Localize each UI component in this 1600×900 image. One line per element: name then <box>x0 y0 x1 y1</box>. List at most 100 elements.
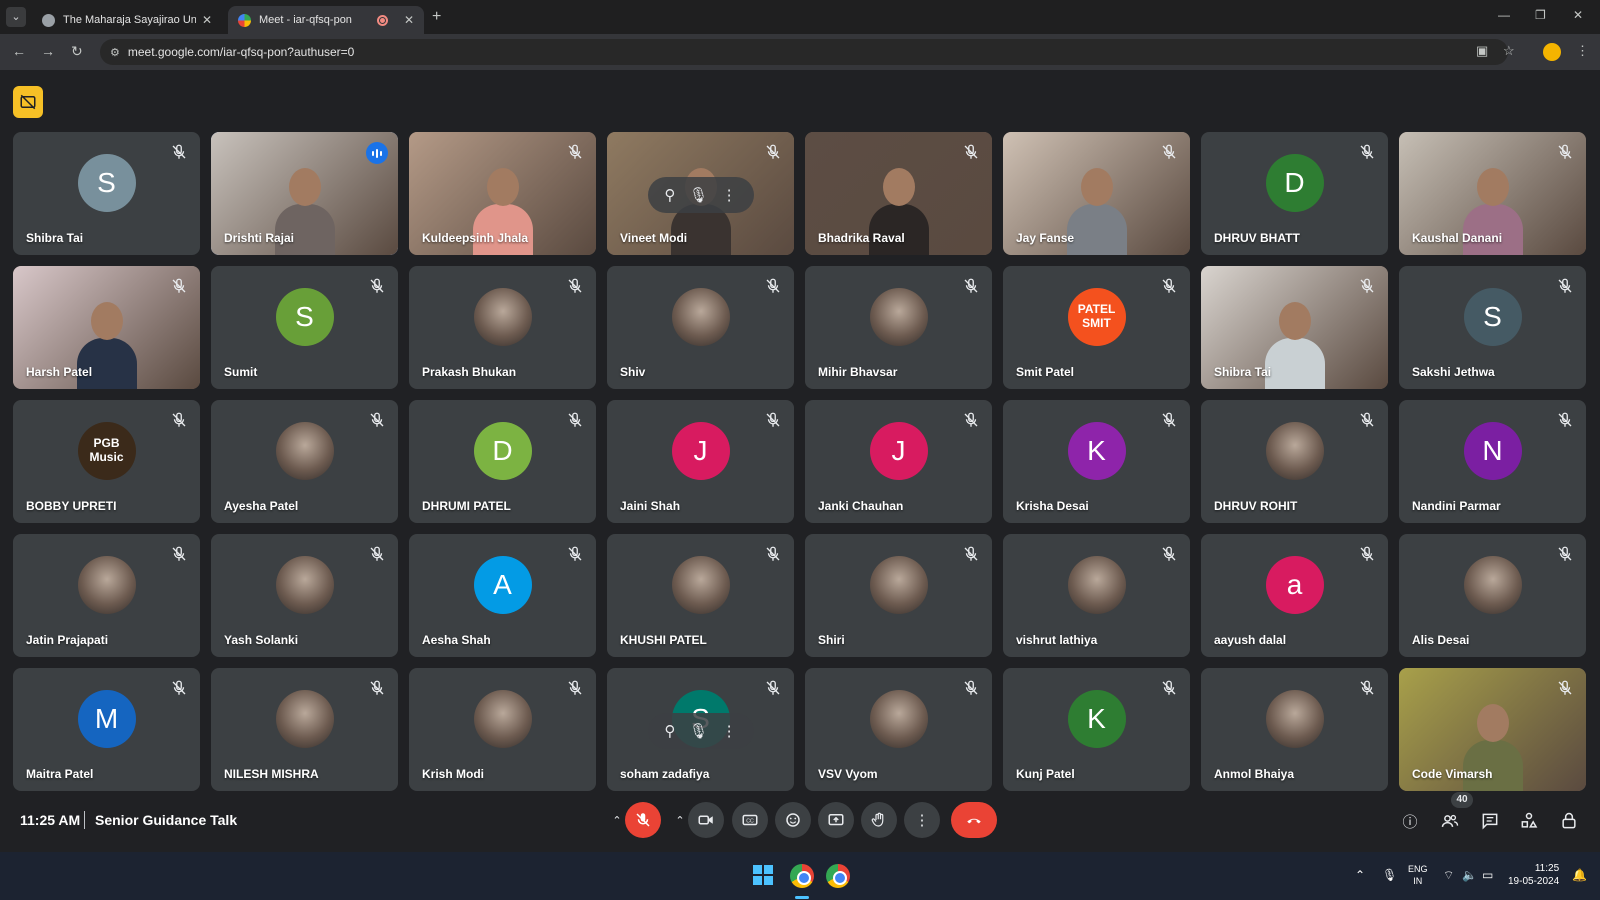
camera-button[interactable] <box>688 802 724 838</box>
participant-tile[interactable]: J Jaini Shah <box>607 400 794 523</box>
participant-tile[interactable]: DHRUV ROHIT <box>1201 400 1388 523</box>
participant-tile[interactable]: PGB Music BOBBY UPRETI <box>13 400 200 523</box>
participant-tile[interactable]: S⚲🎙⋮soham zadafiya <box>607 668 794 791</box>
close-icon[interactable]: ✕ <box>202 13 212 27</box>
back-icon[interactable]: ← <box>12 43 26 59</box>
tile-more-icon[interactable]: ⋮ <box>722 722 737 740</box>
participant-tile[interactable]: Shiri <box>805 534 992 657</box>
meeting-details-icon[interactable]: ⓘ <box>1400 811 1420 831</box>
participant-tile[interactable]: ⚲ 🎙 ⋮ Vineet Modi <box>607 132 794 255</box>
pin-icon[interactable]: ⚲ <box>664 722 675 740</box>
participant-name: DHRUMI PATEL <box>422 499 511 513</box>
mic-muted-icon <box>1160 411 1178 429</box>
participant-tile[interactable]: Harsh Patel <box>13 266 200 389</box>
tray-mic-icon[interactable]: 🎙 <box>1382 868 1397 882</box>
avatar-photo <box>1067 555 1126 614</box>
participant-tile[interactable]: Drishti Rajai <box>211 132 398 255</box>
participant-tile[interactable]: D DHRUMI PATEL <box>409 400 596 523</box>
participant-tile[interactable]: VSV Vyom <box>805 668 992 791</box>
participant-tile[interactable]: S Sakshi Jethwa <box>1399 266 1586 389</box>
captions-button[interactable]: CC <box>732 802 768 838</box>
participant-tile[interactable]: a aayush dalal <box>1201 534 1388 657</box>
new-tab-button[interactable]: + <box>432 8 441 26</box>
participant-tile[interactable]: vishrut lathiya <box>1003 534 1190 657</box>
participant-tile[interactable]: Anmol Bhaiya <box>1201 668 1388 791</box>
mic-muted-icon <box>1556 411 1574 429</box>
recording-notice-button[interactable] <box>13 86 43 118</box>
participant-tile[interactable]: J Janki Chauhan <box>805 400 992 523</box>
participant-tile[interactable]: Shibra Tai <box>1201 266 1388 389</box>
system-clock[interactable]: 11:25 19-05-2024 <box>1508 862 1559 888</box>
participant-tile[interactable]: A Aesha Shah <box>409 534 596 657</box>
participant-tile[interactable]: N Nandini Parmar <box>1399 400 1586 523</box>
tile-more-icon[interactable]: ⋮ <box>722 186 737 204</box>
chrome-profile-taskbar-icon[interactable] <box>826 864 850 888</box>
tab-meet[interactable]: Meet - iar-qfsq-pon ✕ <box>228 6 424 34</box>
more-menu-icon[interactable]: ⋮ <box>1576 43 1589 59</box>
people-icon[interactable] <box>1440 811 1460 831</box>
participant-tile[interactable]: KHUSHI PATEL <box>607 534 794 657</box>
participant-tile[interactable]: NILESH MISHRA <box>211 668 398 791</box>
reload-icon[interactable]: ↻ <box>71 43 83 60</box>
participant-tile[interactable]: Alis Desai <box>1399 534 1586 657</box>
window-close-icon[interactable]: ✕ <box>1573 8 1583 22</box>
tray-chevron-icon[interactable]: ⌃ <box>1355 868 1365 882</box>
participant-tile[interactable]: D DHRUV BHATT <box>1201 132 1388 255</box>
participant-tile[interactable]: Jatin Prajapati <box>13 534 200 657</box>
tab-msu[interactable]: The Maharaja Sayajirao Univers ✕ <box>32 6 222 34</box>
pin-icon[interactable]: ⚲ <box>664 186 675 204</box>
raise-hand-button[interactable] <box>861 802 897 838</box>
avatar-photo <box>1265 689 1324 748</box>
address-bar[interactable]: ⚙ meet.google.com/iar-qfsq-pon?authuser=… <box>100 39 1508 65</box>
audio-options-chevron-icon[interactable]: ⌃ <box>607 802 627 838</box>
volume-icon[interactable]: 🔈 <box>1462 868 1477 882</box>
chrome-taskbar-icon[interactable] <box>790 864 814 888</box>
microphone-off-button[interactable] <box>625 802 661 838</box>
meeting-name: Senior Guidance Talk <box>95 812 238 828</box>
participant-tile[interactable]: K Kunj Patel <box>1003 668 1190 791</box>
participant-tile[interactable]: Kaushal Danani <box>1399 132 1586 255</box>
participant-tile[interactable]: S Sumit <box>211 266 398 389</box>
activities-icon[interactable] <box>1519 811 1539 831</box>
leave-call-button[interactable] <box>951 802 997 838</box>
participant-tile[interactable]: S Shibra Tai <box>13 132 200 255</box>
close-icon[interactable]: ✕ <box>404 13 414 27</box>
site-info-icon[interactable]: ⚙ <box>110 46 120 59</box>
mute-participant-icon[interactable]: 🎙 <box>689 186 708 204</box>
participant-name: Jay Fanse <box>1016 231 1075 245</box>
participant-tile[interactable]: Yash Solanki <box>211 534 398 657</box>
participant-tile[interactable]: Bhadrika Raval <box>805 132 992 255</box>
restore-icon[interactable]: ❐ <box>1535 8 1546 22</box>
profile-avatar[interactable] <box>1543 43 1561 61</box>
mute-participant-icon[interactable]: 🎙 <box>689 722 708 740</box>
battery-icon[interactable]: ▭ <box>1482 868 1493 882</box>
avatar-text: PATEL SMIT <box>1067 287 1126 346</box>
wifi-icon[interactable]: ⌔ <box>1443 868 1454 883</box>
reactions-button[interactable] <box>775 802 811 838</box>
participant-tile[interactable]: Prakash Bhukan <box>409 266 596 389</box>
participant-tile[interactable]: Kuldeepsinh Jhala <box>409 132 596 255</box>
chat-icon[interactable] <box>1480 811 1500 831</box>
camera-in-use-icon[interactable]: ▣ <box>1476 43 1488 59</box>
participant-tile[interactable]: PATEL SMIT Smit Patel <box>1003 266 1190 389</box>
participant-tile[interactable]: Jay Fanse <box>1003 132 1190 255</box>
participant-tile[interactable]: Mihir Bhavsar <box>805 266 992 389</box>
participant-tile[interactable]: M Maitra Patel <box>13 668 200 791</box>
minimize-icon[interactable]: — <box>1498 8 1510 22</box>
host-controls-icon[interactable] <box>1559 811 1579 831</box>
participant-tile[interactable]: Code Vimarsh <box>1399 668 1586 791</box>
participant-tile[interactable]: K Krisha Desai <box>1003 400 1190 523</box>
notifications-bell-icon[interactable]: 🔔 <box>1572 868 1587 882</box>
participant-tile[interactable]: Krish Modi <box>409 668 596 791</box>
participant-tile[interactable]: Ayesha Patel <box>211 400 398 523</box>
more-options-button[interactable]: ⋮ <box>904 802 940 838</box>
forward-icon[interactable]: → <box>41 43 55 59</box>
video-options-chevron-icon[interactable]: ⌃ <box>670 802 690 838</box>
bookmark-star-icon[interactable]: ☆ <box>1503 43 1515 59</box>
tab-search-button[interactable]: ⌄ <box>6 7 26 27</box>
avatar-photo <box>77 555 136 614</box>
present-screen-button[interactable] <box>818 802 854 838</box>
language-indicator[interactable]: ENG IN <box>1408 863 1428 887</box>
windows-start-icon[interactable] <box>753 865 773 885</box>
participant-tile[interactable]: Shiv <box>607 266 794 389</box>
